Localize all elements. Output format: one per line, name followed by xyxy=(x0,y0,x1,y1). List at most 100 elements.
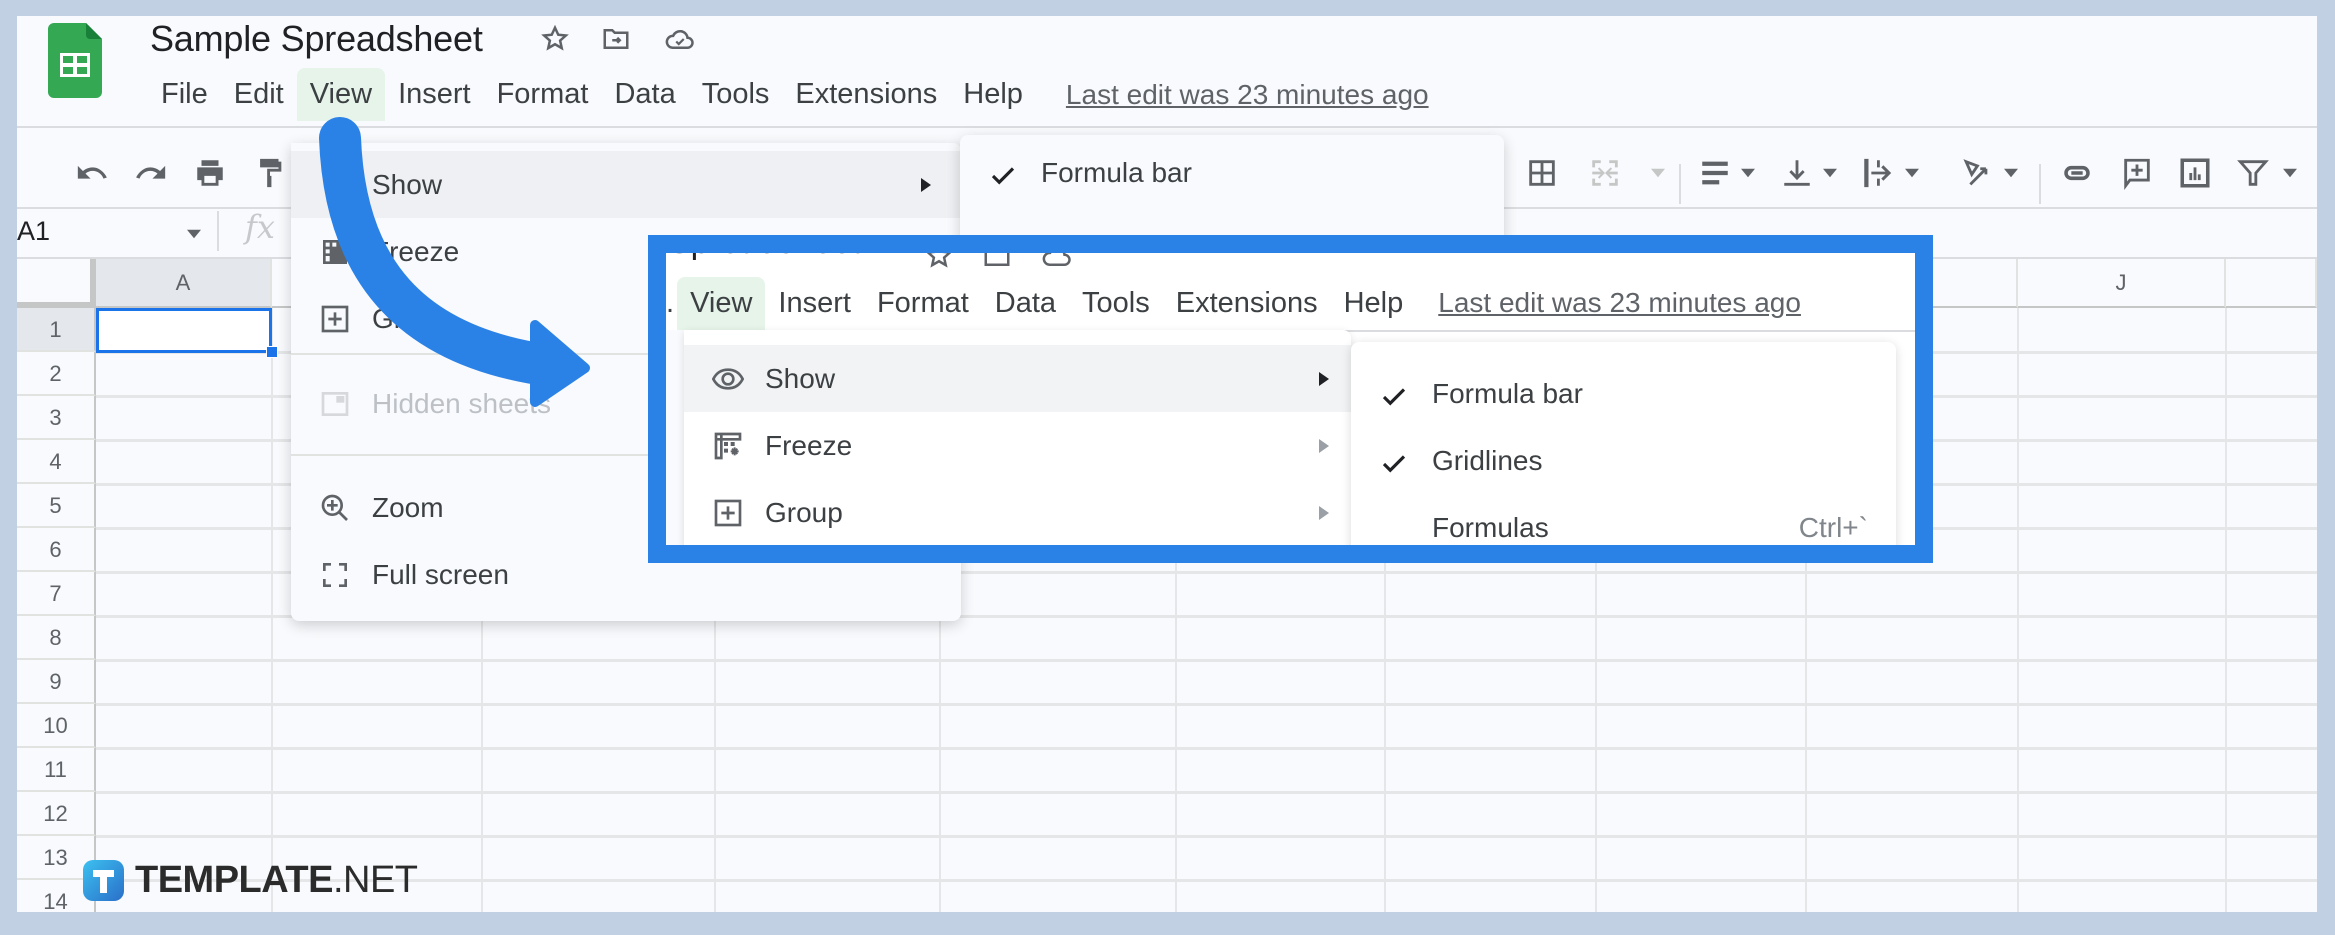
menu-extensions[interactable]: Extensions xyxy=(782,68,950,121)
submenu-item-label: Formulas xyxy=(1432,512,1549,543)
cloud-saved-icon[interactable] xyxy=(665,24,695,54)
row-header-9[interactable]: 9 xyxy=(17,660,96,704)
row-header-6[interactable]: 6 xyxy=(17,528,96,572)
align-dropdown-caret-icon[interactable] xyxy=(1741,168,1755,178)
column-header-j[interactable]: J xyxy=(2018,259,2226,308)
row-header-4[interactable]: 4 xyxy=(17,440,96,484)
menu-tools[interactable]: Tools xyxy=(689,68,783,121)
callout-show-submenu: Formula bar Gridlines Formulas Ctrl+` xyxy=(1351,342,1896,545)
valign-dropdown-caret-icon[interactable] xyxy=(1823,168,1837,178)
paint-format-icon[interactable] xyxy=(253,156,287,190)
callout-menu-show: Show xyxy=(684,345,1351,412)
template-net-watermark: TEMPLATE.NET xyxy=(83,859,418,902)
insert-link-icon[interactable] xyxy=(2060,156,2094,190)
merge-cells-icon[interactable] xyxy=(1588,156,1622,190)
brand-name-bold: TEMPLATE xyxy=(135,859,333,901)
row-header-7[interactable]: 7 xyxy=(17,572,96,616)
view-menu-show[interactable]: Show xyxy=(291,151,961,218)
move-to-folder-icon xyxy=(984,253,1010,266)
submenu-arrow-icon xyxy=(921,177,931,192)
menu-data[interactable]: Data xyxy=(601,68,688,121)
menu-bar: File Edit View Insert Format Data Tools … xyxy=(148,68,1429,121)
freeze-icon xyxy=(323,239,347,264)
callout-menu-insert: Insert xyxy=(778,286,851,319)
grid-column-line xyxy=(2017,308,2019,912)
star-icon[interactable] xyxy=(540,24,570,54)
menu-format[interactable]: Format xyxy=(484,68,602,121)
name-box-caret-icon[interactable] xyxy=(187,229,201,239)
callout-menu-format: Format xyxy=(876,286,969,319)
name-box[interactable]: A1 xyxy=(17,213,152,249)
row-header-12[interactable]: 12 xyxy=(17,792,96,836)
menu-file[interactable]: File xyxy=(148,68,221,121)
callout-title: Spreadsheet xyxy=(668,235,861,261)
row-header-11[interactable]: 11 xyxy=(17,748,96,792)
callout-menu-bar: . View Insert Format Data Tools Extensio… xyxy=(666,276,1801,330)
vertical-align-icon[interactable] xyxy=(1780,156,1814,190)
submenu-item-label: Formula bar xyxy=(1432,378,1583,409)
callout-submenu-formula-bar: Formula bar xyxy=(1351,364,1896,430)
freeze-icon xyxy=(714,432,742,459)
grid-row-line xyxy=(96,659,2317,662)
menu-insert[interactable]: Insert xyxy=(385,68,484,121)
horizontal-align-icon[interactable] xyxy=(1698,156,1732,190)
insert-comment-icon[interactable] xyxy=(2120,156,2154,190)
insert-chart-icon[interactable] xyxy=(2178,156,2212,190)
menu-item-label: Show xyxy=(372,168,443,200)
brand-name: TEMPLATE.NET xyxy=(135,859,418,902)
callout-menu-group: Group xyxy=(684,479,1351,545)
row-header-8[interactable]: 8 xyxy=(17,616,96,660)
callout-menu-view: View xyxy=(677,276,766,330)
borders-icon[interactable] xyxy=(1525,156,1559,190)
row-header-1[interactable]: 1 xyxy=(17,308,96,352)
callout-view-menu: Show Freeze Group xyxy=(684,330,1351,545)
text-rotation-icon[interactable] xyxy=(1959,156,1993,190)
group-icon xyxy=(714,499,742,526)
menu-edit[interactable]: Edit xyxy=(221,68,297,121)
submenu-item-label: Gridlines xyxy=(1432,445,1543,476)
callout-menu-data: Data xyxy=(994,286,1057,319)
document-title[interactable]: Sample Spreadsheet xyxy=(150,16,483,61)
sheets-logo-icon[interactable] xyxy=(48,23,102,98)
fullscreen-icon xyxy=(323,562,347,587)
hidden-sheets-icon xyxy=(321,391,349,416)
row-header-10[interactable]: 10 xyxy=(17,704,96,748)
grid-column-line xyxy=(2225,308,2227,912)
undo-icon[interactable] xyxy=(75,156,109,190)
grid-row-line xyxy=(96,791,2317,794)
menu-item-label: Group xyxy=(372,302,450,334)
submenu-formula-bar[interactable]: Formula bar xyxy=(960,143,1504,209)
menu-view[interactable]: View xyxy=(296,68,386,121)
row-header-5[interactable]: 5 xyxy=(17,484,96,528)
toolbar-separator xyxy=(1679,164,1681,204)
menu-item-label: Freeze xyxy=(765,429,853,461)
callout-background-strip xyxy=(666,330,684,545)
selected-cell-a1[interactable] xyxy=(96,308,272,353)
last-edit-link[interactable]: Last edit was 23 minutes ago xyxy=(1066,79,1429,111)
menu-help[interactable]: Help xyxy=(950,68,1036,121)
column-header-k[interactable] xyxy=(2226,259,2317,308)
print-icon[interactable] xyxy=(193,156,227,190)
menu-item-label: Show xyxy=(765,362,836,394)
menu-item-label: Freeze xyxy=(372,235,460,267)
filter-dropdown-caret-icon[interactable] xyxy=(2283,168,2297,178)
wrap-dropdown-caret-icon[interactable] xyxy=(1905,168,1919,178)
select-all-corner[interactable] xyxy=(17,259,96,308)
submenu-arrow-icon xyxy=(1319,438,1329,453)
menu-item-label: Group xyxy=(765,496,843,528)
eye-icon xyxy=(712,367,744,390)
column-header-a[interactable]: A xyxy=(96,259,272,308)
submenu-arrow-icon xyxy=(1319,505,1329,520)
redo-icon[interactable] xyxy=(134,156,168,190)
merge-dropdown-caret-icon[interactable] xyxy=(1651,168,1665,178)
callout-submenu-formulas: Formulas Ctrl+` xyxy=(1351,498,1896,545)
rotation-dropdown-caret-icon[interactable] xyxy=(2004,168,2018,178)
formula-bar-separator xyxy=(217,211,219,251)
submenu-item-label: Formula bar xyxy=(1041,157,1192,188)
row-header-2[interactable]: 2 xyxy=(17,352,96,396)
fill-handle[interactable] xyxy=(266,346,278,358)
move-to-folder-icon[interactable] xyxy=(601,24,631,54)
row-header-3[interactable]: 3 xyxy=(17,396,96,440)
filter-icon[interactable] xyxy=(2236,156,2270,190)
text-wrap-icon[interactable] xyxy=(1860,156,1894,190)
